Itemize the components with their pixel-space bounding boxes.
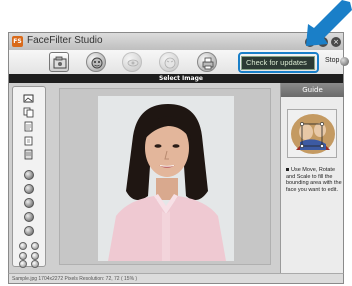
tool-circle-3[interactable] — [24, 198, 34, 208]
title-bar: FS FaceFilter Studio ? - × — [8, 32, 344, 50]
stop-circle-icon[interactable] — [340, 57, 349, 66]
app-logo: FS — [12, 36, 23, 47]
printer-icon — [202, 57, 214, 70]
face-smooth-icon — [164, 57, 176, 69]
copy-icon[interactable] — [23, 107, 34, 118]
zoom-reset-icon[interactable] — [31, 242, 39, 250]
tool-circle-2[interactable] — [24, 184, 34, 194]
tool-circle-5[interactable] — [24, 226, 34, 236]
stop-label[interactable]: Stop — [325, 57, 339, 64]
app-title: FaceFilter Studio — [27, 35, 103, 46]
main-toolbar: Check for updates Stop — [8, 50, 349, 74]
guide-header: Guide — [281, 83, 344, 97]
paste-icon[interactable] — [23, 121, 34, 132]
color-correction-button[interactable] — [86, 52, 106, 72]
painting-thumbnail — [288, 110, 336, 157]
check-updates-button[interactable]: Check for updates — [241, 56, 315, 70]
portrait-photo[interactable] — [98, 96, 234, 261]
zoom-out-icon[interactable] — [31, 252, 39, 260]
print-button[interactable] — [197, 52, 217, 72]
status-text: Sample.jpg 1704x2272 Pixels Resolution: … — [12, 276, 138, 282]
open-image-icon[interactable] — [23, 93, 34, 104]
eye-icon — [127, 59, 139, 67]
prev-icon[interactable] — [19, 260, 27, 268]
zoom-fit-icon[interactable] — [19, 242, 27, 250]
image-folder-icon — [53, 56, 67, 69]
portrait-image — [98, 96, 234, 261]
app-logo-text: FS — [13, 38, 22, 45]
bullet-icon — [286, 168, 289, 172]
guide-thumbnail — [287, 109, 337, 158]
zoom-in-icon[interactable] — [19, 252, 27, 260]
facefilter-window: FS FaceFilter Studio ? - × — [0, 0, 352, 286]
status-bar: Sample.jpg 1704x2272 Pixels Resolution: … — [8, 273, 344, 284]
list-icon[interactable] — [23, 149, 34, 160]
face-palette-icon — [91, 57, 103, 69]
tool-circle-4[interactable] — [24, 212, 34, 222]
guide-text: Use Move, Rotate and Scale to fill the b… — [286, 167, 342, 193]
guide-panel: Guide Use Move, Rotate and Scale to fill… — [280, 83, 344, 273]
section-bar: Select Image — [8, 74, 344, 83]
wrinkle-button[interactable] — [159, 52, 179, 72]
rotate-icon[interactable] — [23, 135, 34, 146]
guide-instructions: Use Move, Rotate and Scale to fill the b… — [286, 167, 342, 193]
next-icon[interactable] — [31, 260, 39, 268]
left-tool-palette — [12, 86, 46, 268]
red-eye-button[interactable] — [122, 52, 142, 72]
select-image-button[interactable] — [49, 52, 69, 72]
callout-arrow-icon — [306, 0, 352, 46]
tool-circle-1[interactable] — [24, 170, 34, 180]
section-title: Select Image — [159, 75, 203, 82]
